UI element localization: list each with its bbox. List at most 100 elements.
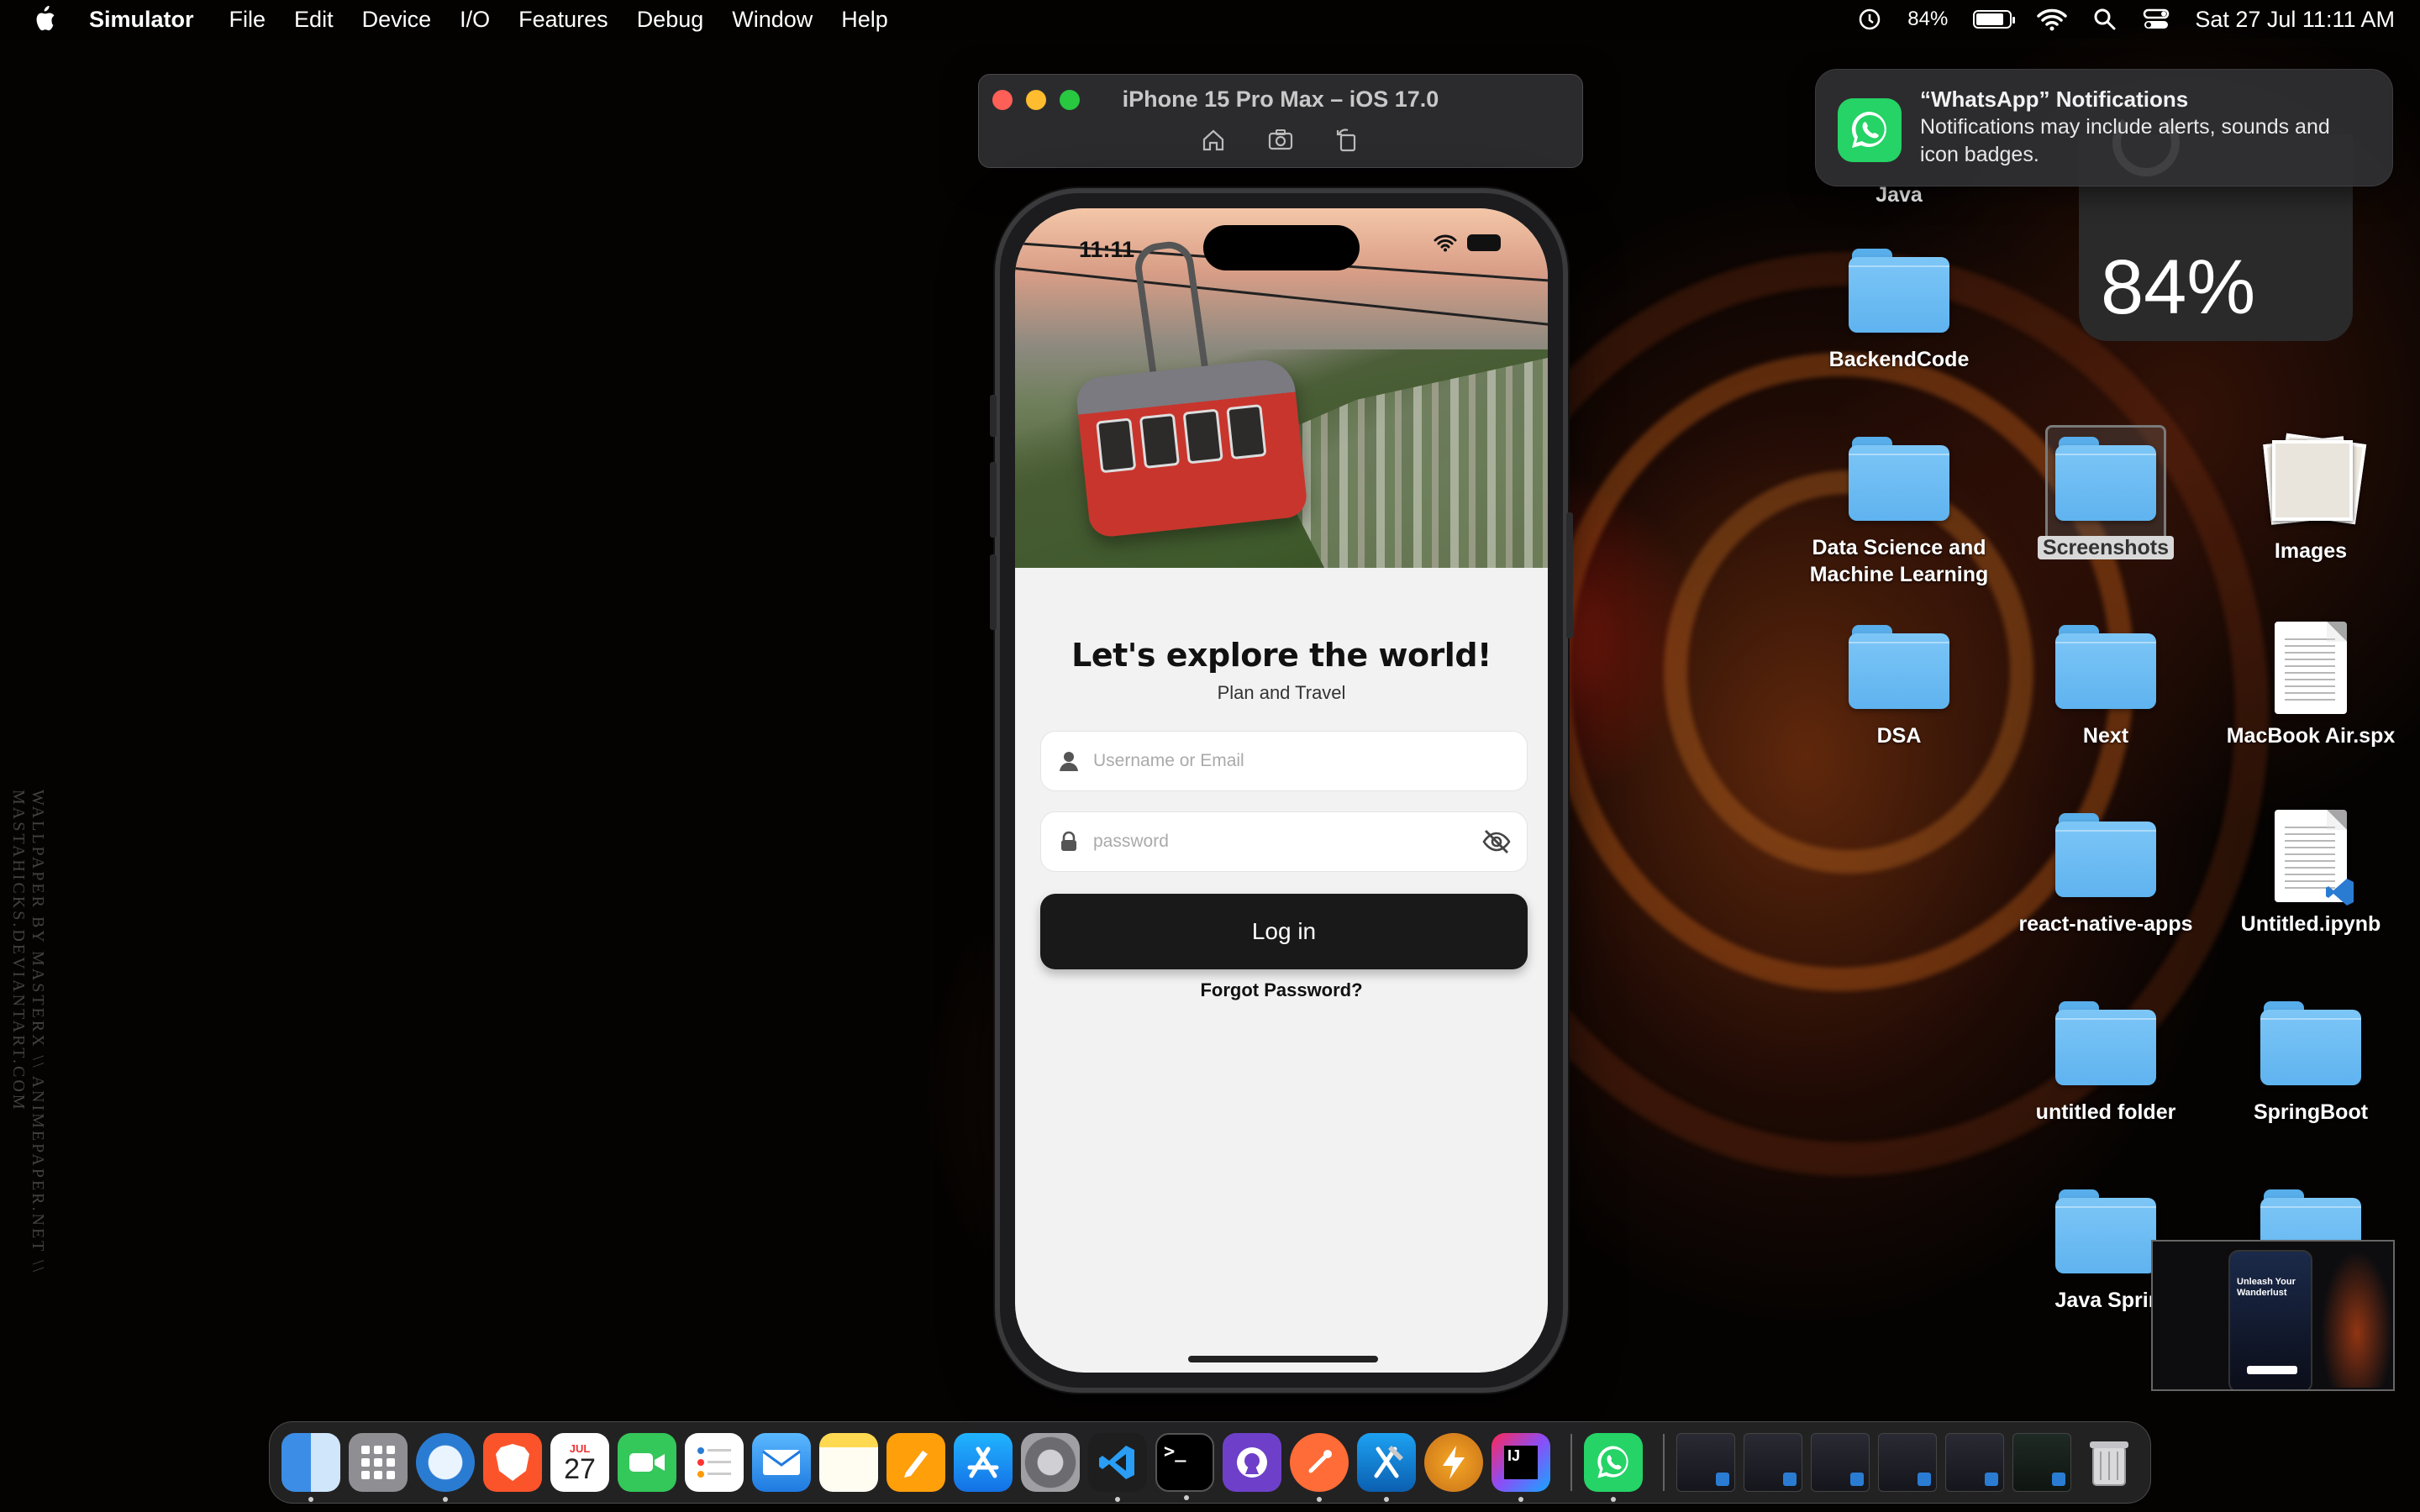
username-input[interactable] [1093,751,1527,771]
whatsapp-icon[interactable] [1584,1433,1643,1502]
desktop-item-label: MacBook Air.spx [2226,724,2396,748]
document-icon [2275,622,2347,714]
xcode-icon[interactable] [1357,1433,1416,1502]
reeder-icon[interactable] [1424,1433,1483,1492]
brave-icon[interactable] [483,1433,542,1492]
status-bar-time: 11:11 [1079,237,1135,262]
home-icon[interactable] [1200,127,1227,154]
volume-down-button[interactable] [990,554,997,630]
minimized-window-whatsapp[interactable] [2012,1433,2071,1492]
menu-features[interactable]: Features [518,7,608,33]
minimized-window-vscode-3[interactable] [1811,1433,1870,1492]
gondola-window [1226,404,1267,460]
password-field[interactable] [1040,811,1528,872]
minimized-window-vscode-5[interactable] [1945,1433,2004,1492]
login-button[interactable]: Log in [1040,894,1528,969]
dock: JUL 27 >_ IJ [269,1421,2151,1504]
menu-edit[interactable]: Edit [294,7,334,33]
password-input[interactable] [1093,832,1481,852]
wifi-icon[interactable] [2037,8,2068,31]
folder-icon [1849,437,1949,521]
menu-debug[interactable]: Debug [637,7,704,33]
desktop-item-data-science[interactable]: Data Science and Machine Learning [1798,437,2000,588]
action-button[interactable] [990,395,997,437]
launchpad-icon[interactable] [349,1433,408,1492]
whatsapp-notification[interactable]: “WhatsApp” Notifications Notifications m… [1815,69,2393,186]
desktop-item-macbook-spx[interactable]: MacBook Air.spx [2210,622,2412,749]
desktop-item-label: SpringBoot [2253,1100,2369,1124]
notes-icon[interactable] [819,1433,878,1492]
minimized-window-vscode-1[interactable] [1676,1433,1735,1492]
github-desktop-icon[interactable] [1223,1433,1281,1492]
desktop-item-images[interactable]: Images [2210,433,2412,564]
menu-file[interactable]: File [229,7,266,33]
folder-icon [1849,625,1949,709]
terminal-icon[interactable]: >_ [1155,1433,1214,1500]
notification-title: “WhatsApp” Notifications [1920,87,2189,112]
images-icon [2263,433,2367,525]
folder-icon [2055,437,2156,521]
wallpaper-credit: WALLPAPER BY MASTERX \\ ANIMEPAPER.NET \… [9,790,47,1275]
desktop-item-screenshots[interactable]: Screenshots [2005,437,2207,561]
postman-icon[interactable] [1290,1433,1349,1502]
notification-body: Notifications may include alerts, sounds… [1920,115,2330,166]
desktop-item-backendcode[interactable]: BackendCode [1798,249,2000,373]
system-settings-icon[interactable] [1021,1433,1080,1492]
desktop-item-label: untitled folder [2035,1100,2176,1124]
rotate-icon[interactable] [1334,127,1361,154]
time-machine-icon[interactable] [1857,7,1882,32]
folder-icon [2055,1001,2156,1085]
desktop-item-next[interactable]: Next [2005,625,2207,749]
simulator-window[interactable]: iPhone 15 Pro Max – iOS 17.0 [978,74,1583,168]
welcome-title: Let's explore the world! [1071,637,1491,674]
folder-icon [2260,1001,2361,1085]
hero-gondola [1074,356,1309,539]
desktop-item-dsa[interactable]: DSA [1798,625,2000,749]
home-indicator[interactable] [1188,1356,1378,1362]
desktop-item-react-native-apps[interactable]: react-native-apps [2005,813,2207,937]
menu-window[interactable]: Window [732,7,813,33]
trash-icon[interactable] [2080,1433,2139,1492]
username-field[interactable] [1040,731,1528,791]
minimized-window-vscode-2[interactable] [1744,1433,1802,1492]
forgot-password-link[interactable]: Forgot Password? [1015,979,1548,1001]
volume-up-button[interactable] [990,462,997,538]
screenshot-icon[interactable] [1267,127,1294,154]
side-power-button[interactable] [1566,512,1573,638]
thumbnail-desktop [2321,1250,2393,1388]
battery-percent: 84% [1907,8,1949,30]
reminders-icon[interactable] [685,1433,744,1492]
desktop-item-springboot[interactable]: SpringBoot [2210,1001,2412,1126]
intellij-icon[interactable]: IJ [1491,1433,1550,1502]
vscode-icon[interactable] [1088,1433,1147,1502]
menu-bar: Simulator File Edit Device I/O Features … [0,0,2420,39]
menu-help[interactable]: Help [841,7,888,33]
facetime-icon[interactable] [618,1433,676,1492]
app-menu-simulator[interactable]: Simulator [89,7,194,33]
phone-screen[interactable]: 11:11 Let's explore the world! Plan and … [1015,208,1548,1373]
menu-io[interactable]: I/O [460,7,490,33]
mail-icon[interactable] [752,1433,811,1492]
gondola-window [1182,408,1223,465]
safari-icon[interactable] [416,1433,475,1502]
folder-icon [2055,1189,2156,1273]
folder-icon [2055,625,2156,709]
menu-device[interactable]: Device [362,7,432,33]
pages-icon[interactable] [886,1433,945,1492]
battery-icon[interactable] [1973,10,2016,29]
menu-clock[interactable]: Sat 27 Jul 11:11 AM [2195,7,2395,33]
folder-icon [2055,813,2156,897]
minimized-window-vscode-4[interactable] [1878,1433,1937,1492]
app-store-icon[interactable] [954,1433,1013,1492]
finder-icon[interactable] [281,1433,340,1502]
desktop-item-untitled-folder[interactable]: untitled folder [2005,1001,2207,1126]
eye-off-icon[interactable] [1481,827,1512,857]
dock-separator [1663,1434,1665,1491]
spotlight-search-icon[interactable] [2092,7,2118,32]
welcome-subtitle: Plan and Travel [1217,682,1346,703]
apple-menu-icon[interactable] [32,5,57,34]
control-center-icon[interactable] [2143,8,2170,31]
calendar-icon[interactable]: JUL 27 [550,1433,609,1492]
screenshot-thumbnail[interactable]: Unleash Your Wanderlust [2151,1240,2395,1391]
desktop-item-untitled-ipynb[interactable]: Untitled.ipynb [2210,810,2412,937]
